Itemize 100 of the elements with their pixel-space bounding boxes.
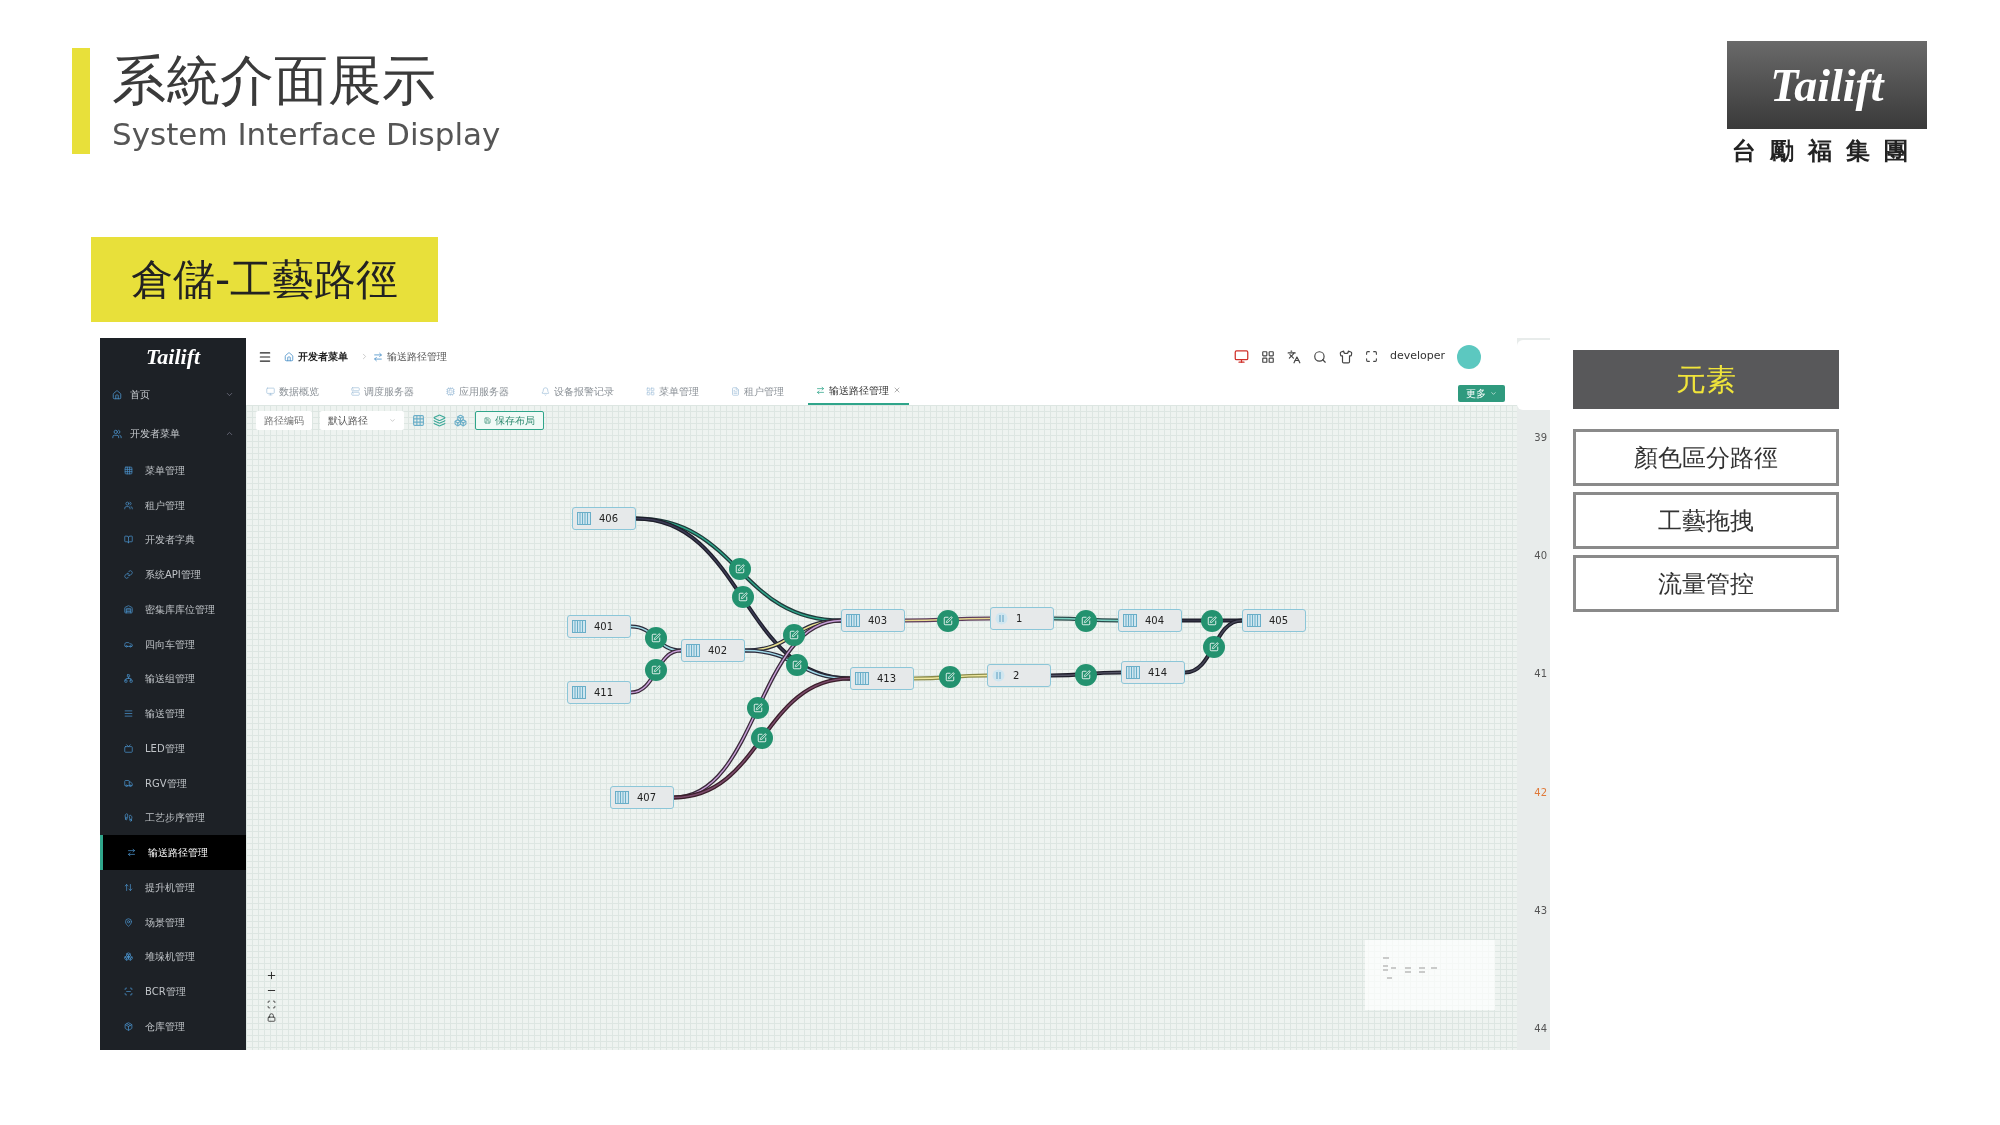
home-icon	[284, 351, 294, 362]
ruler-number: 43	[1534, 903, 1547, 918]
translate-icon[interactable]	[1286, 349, 1301, 364]
ruler-number: 40	[1534, 549, 1547, 564]
menu-item[interactable]: 四向车管理	[100, 626, 246, 662]
chevron-up-icon	[225, 429, 234, 438]
node-label: 414	[1148, 666, 1168, 680]
edit-icon	[945, 672, 955, 682]
layers-icon[interactable]	[433, 414, 446, 427]
ruler-number: 42	[1534, 785, 1547, 800]
graph-node[interactable]: 411	[567, 681, 631, 704]
save-layout-button[interactable]: 保存布局	[475, 411, 544, 430]
graph-node[interactable]: 401	[567, 615, 631, 638]
path-select[interactable]: 默认路径	[320, 411, 404, 430]
menu-item[interactable]: 堆垛机管理	[100, 939, 246, 975]
menu-item[interactable]: LED管理	[100, 731, 246, 766]
graph-node[interactable]: 402	[681, 639, 745, 662]
graph-node[interactable]: 406	[572, 507, 636, 530]
lock-icon[interactable]	[267, 1013, 276, 1022]
zoom-in-icon[interactable]	[266, 970, 277, 981]
edit-icon	[789, 630, 799, 640]
breadcrumb-item[interactable]: 开发者菜单	[298, 349, 348, 364]
logo-group-name: 台勵福集團	[1732, 136, 1922, 167]
menu-group[interactable]: 首页	[100, 375, 246, 414]
page-tab[interactable]: 数据概览	[258, 377, 327, 405]
user-name[interactable]: developer	[1389, 348, 1445, 365]
node-label: 403	[868, 614, 888, 628]
menu-item[interactable]: 菜单管理	[100, 453, 246, 488]
edit-icon	[753, 703, 763, 713]
graph-node[interactable]: 2	[987, 664, 1051, 687]
ruler-number: 41	[1534, 667, 1547, 682]
menu-item[interactable]: 提升机管理	[100, 870, 246, 905]
edit-icon	[1209, 642, 1219, 652]
edit-route-button[interactable]	[1203, 636, 1225, 658]
conveyor-icon	[846, 614, 860, 627]
tab-icon	[646, 386, 655, 396]
edit-route-button[interactable]	[786, 654, 808, 676]
edit-route-button[interactable]	[645, 659, 667, 681]
graph-node[interactable]: 414	[1121, 661, 1185, 684]
menu-item[interactable]: 输送组管理	[100, 661, 246, 697]
node-label: 411	[594, 686, 614, 700]
menu-item[interactable]: 仓库管理	[100, 1009, 246, 1044]
menu-item[interactable]: BCR管理	[100, 974, 246, 1009]
monitor-icon[interactable]	[1233, 349, 1249, 364]
breadcrumb-item[interactable]: 输送路径管理	[387, 349, 447, 364]
menu-item[interactable]: RGV管理	[100, 765, 246, 801]
grid-icon[interactable]	[1260, 349, 1275, 364]
edit-route-button[interactable]	[751, 727, 773, 749]
menu-item[interactable]: 密集库库位管理	[100, 592, 246, 627]
tab-icon	[816, 385, 825, 395]
menu-item[interactable]: 输送管理	[100, 696, 246, 731]
edit-route-button[interactable]	[732, 586, 754, 608]
feature-item: 顏色區分路徑	[1573, 429, 1839, 486]
graph-node[interactable]: 413	[850, 667, 914, 690]
conveyor-icon	[855, 672, 869, 685]
menu-item[interactable]: 系统API管理	[100, 557, 246, 592]
edit-icon	[735, 564, 745, 574]
fullscreen-icon[interactable]	[1364, 350, 1378, 363]
shirt-icon[interactable]	[1338, 349, 1353, 364]
page-tab[interactable]: 应用服务器	[438, 377, 517, 405]
page-tab[interactable]: 租户管理	[723, 377, 792, 405]
node-label: 406	[599, 512, 619, 526]
menu-item[interactable]: 开发者字典	[100, 522, 246, 558]
page-tab[interactable]: 设备报警记录	[533, 377, 622, 405]
node-label: 402	[708, 644, 728, 658]
menu-item[interactable]: 场景管理	[100, 904, 246, 940]
menu-group[interactable]: 开发者菜单	[100, 414, 246, 453]
logo-wordmark: Tailift	[1770, 58, 1884, 113]
node-label: 2	[1013, 669, 1020, 683]
menu-item[interactable]: 工艺步序管理	[100, 800, 246, 836]
ruler-number: 39	[1534, 431, 1547, 445]
edit-route-button[interactable]	[645, 627, 667, 649]
graph-node[interactable]: 404	[1118, 609, 1182, 632]
conveyor-icon	[577, 512, 591, 525]
node-label: 413	[877, 672, 897, 686]
menu-item[interactable]: 租户管理	[100, 487, 246, 523]
path-code-label: 路径编码	[256, 411, 312, 430]
page-tab[interactable]: 菜单管理	[638, 377, 707, 405]
edit-icon	[1207, 616, 1217, 626]
fit-view-icon[interactable]	[267, 1000, 276, 1009]
page-tab[interactable]: 调度服务器	[343, 377, 422, 405]
tab-icon	[446, 386, 455, 396]
slide-subtitle: System Interface Display	[112, 115, 501, 154]
edit-route-button[interactable]	[729, 558, 751, 580]
sidebar-logo: Tailift	[145, 343, 201, 371]
node-label: 1	[1016, 612, 1023, 626]
graph-node[interactable]: 407	[610, 786, 674, 809]
edit-icon	[651, 633, 661, 643]
search-icon[interactable]	[1312, 349, 1327, 364]
edit-icon	[792, 660, 802, 670]
tab-icon	[266, 386, 275, 396]
conveyor-icon	[686, 644, 700, 657]
conveyor-icon	[572, 686, 586, 699]
graph-node[interactable]: 403	[841, 609, 905, 632]
graph-node[interactable]: 1	[990, 607, 1054, 630]
save-icon	[484, 417, 491, 424]
conveyor-icon	[1126, 666, 1140, 679]
slide-title: 系統介面展示	[112, 48, 437, 114]
menu-item[interactable]: 输送路径管理	[100, 835, 246, 870]
graph-node[interactable]: 405	[1242, 609, 1306, 632]
